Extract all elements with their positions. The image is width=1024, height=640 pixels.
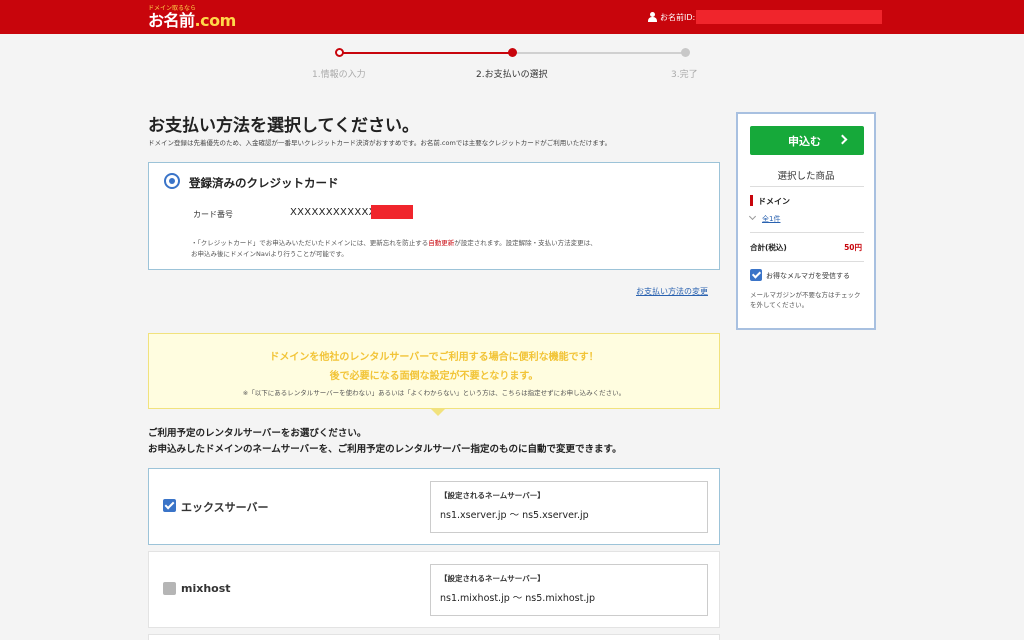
xserver-nameserver-box: 【設定されるネームサーバー】 ns1.xserver.jp 〜 ns5.xser… (430, 481, 708, 533)
divider (750, 186, 864, 187)
promo-line-2: 後で必要になる面倒な設定が不要となります。 (329, 371, 539, 382)
server-option-mixhost[interactable]: mixhost 【設定されるネームサーバー】 ns1.mixhost.jp 〜 … (148, 551, 720, 628)
mixhost-checkbox[interactable] (163, 582, 176, 595)
redacted-user-id (696, 10, 883, 24)
page-title: お支払い方法を選択してください。 (148, 116, 419, 136)
total-value: 50円 (844, 243, 862, 252)
mailmag-label[interactable]: お得なメルマガを受信する (766, 271, 850, 281)
nameserver-heading: 【設定されるネームサーバー】 (440, 491, 545, 500)
auto-renew-note: ・「クレジットカード」でお申込みいただいたドメインには、更新忘れを防止する自動更… (191, 239, 597, 258)
progress-line-todo (512, 52, 685, 54)
progress-line-done (339, 52, 512, 54)
step-1-dot (335, 48, 344, 57)
user-icon (648, 12, 657, 22)
domain-label: ドメイン (758, 197, 790, 206)
server-option-next[interactable] (148, 634, 720, 640)
auto-renew-highlight: 自動更新 (428, 239, 455, 247)
step-3-dot (681, 48, 690, 57)
chevron-right-icon (837, 134, 848, 145)
xserver-name: エックスサーバー (181, 501, 269, 514)
mixhost-nameserver-box: 【設定されるネームサーバー】 ns1.mixhost.jp 〜 ns5.mixh… (430, 564, 708, 616)
server-option-xserver[interactable]: エックスサーバー 【設定されるネームサーバー】 ns1.xserver.jp 〜… (148, 468, 720, 545)
divider (750, 261, 864, 262)
user-id-label: お名前ID: (660, 12, 696, 22)
chevron-down-icon (748, 212, 757, 221)
nameserver-heading: 【設定されるネームサーバー】 (440, 574, 545, 583)
logo-text: お名前.com (148, 11, 236, 30)
promo-pointer-arrow (431, 409, 445, 416)
rental-server-promo-box: ドメインを他社のレンタルサーバーでご利用する場合に便利な機能です！ 後で必要にな… (148, 333, 720, 416)
step-2-label: 2.お支払いの選択 (476, 70, 548, 80)
promo-line-1: ドメインを他社のレンタルサーバーでご利用する場合に便利な機能です！ (269, 352, 599, 363)
registered-credit-card-option[interactable]: 登録済みのクレジットカード カード番号 XXXXXXXXXXXX ・「クレジット… (148, 162, 720, 270)
card-number-label: カード番号 (193, 210, 233, 219)
selected-products-title: 選択した商品 (777, 171, 835, 182)
order-summary-sidebar: 申込む 選択した商品 ドメイン 全1件 合計(税込) 50円 お得なメルマガを受… (736, 112, 876, 330)
user-account-area[interactable]: お名前ID: (648, 9, 883, 25)
card-number-value: XXXXXXXXXXXX (290, 207, 376, 218)
step-2-dot (508, 48, 517, 57)
credit-card-radio[interactable] (164, 173, 180, 189)
promo-note: ※「以下にあるレンタルサーバーを使わない」あるいは「よくわからない」という方は、… (242, 389, 626, 397)
onamae-logo[interactable]: ドメイン取るなら お名前.com (148, 5, 254, 29)
top-header-bar: ドメイン取るなら お名前.com お名前ID: (0, 0, 1024, 34)
divider (750, 232, 864, 233)
mixhost-name: mixhost (181, 582, 231, 595)
step-3-label: 3.完了 (671, 70, 698, 80)
credit-card-title: 登録済みのクレジットカード (189, 176, 339, 190)
page-subtitle: ドメイン登録は先着優先のため、入金確認が一番早いクレジットカード決済がおすすめで… (148, 139, 612, 147)
mixhost-nameserver-value: ns1.mixhost.jp 〜 ns5.mixhost.jp (440, 593, 596, 604)
server-intro-line-2: お申込みしたドメインのネームサーバーを、ご利用予定のレンタルサーバー指定のものに… (148, 444, 622, 455)
change-payment-method-link[interactable]: お支払い方法の変更 (636, 286, 708, 297)
domain-marker (750, 195, 753, 206)
server-intro-line-1: ご利用予定のレンタルサーバーをお選びください。 (148, 428, 367, 439)
xserver-nameserver-value: ns1.xserver.jp 〜 ns5.xserver.jp (440, 510, 589, 521)
redacted-card-digits (371, 205, 413, 219)
total-label: 合計(税込) (750, 243, 787, 252)
mailmag-checkbox[interactable] (750, 269, 762, 281)
apply-button[interactable]: 申込む (750, 126, 864, 155)
mailmag-note: メールマガジンが不要な方はチェックを外してください。 (750, 291, 861, 309)
step-1-label: 1.情報の入力 (312, 70, 366, 80)
xserver-checkbox[interactable] (163, 499, 176, 512)
item-count-link[interactable]: 全1件 (762, 214, 780, 224)
